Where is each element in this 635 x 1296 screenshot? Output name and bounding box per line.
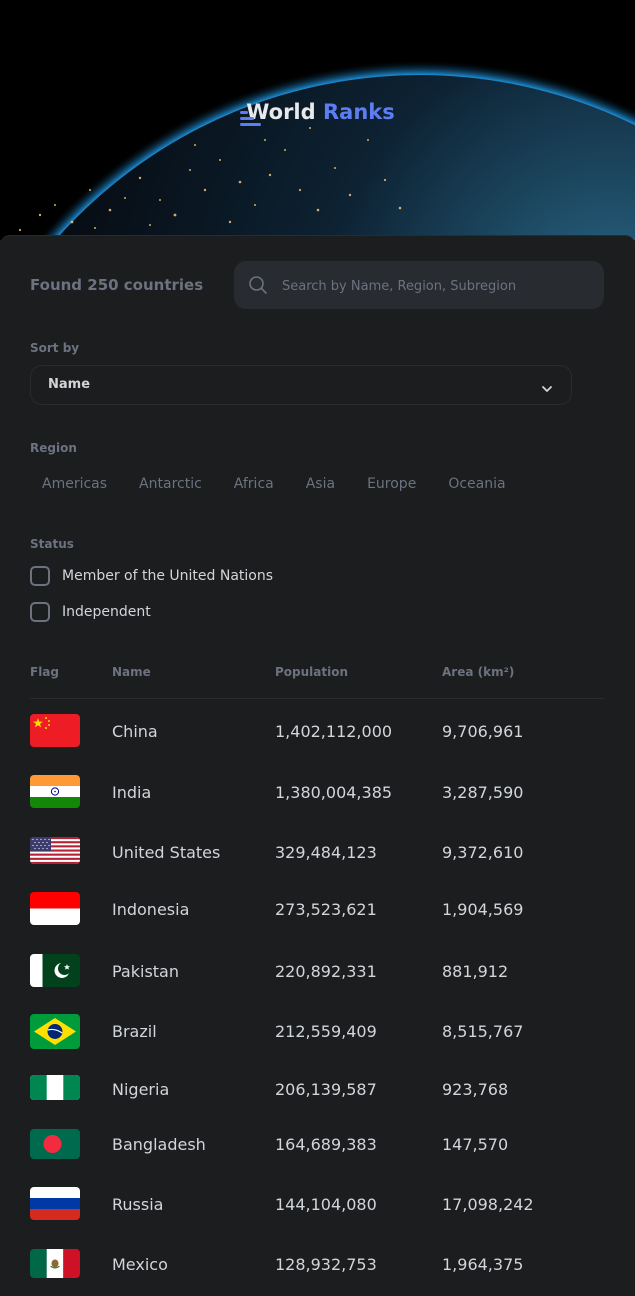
table-row[interactable]: Bangladesh 164,689,383 147,570 <box>30 1126 604 1166</box>
search-input[interactable] <box>280 261 594 311</box>
column-header-name[interactable]: Name <box>112 665 151 679</box>
country-area: 17,098,242 <box>442 1195 534 1214</box>
results-count: Found 250 countries <box>30 276 204 294</box>
independent-checkbox[interactable] <box>30 601 50 622</box>
country-area: 3,287,590 <box>442 783 524 802</box>
country-area: 923,768 <box>442 1080 509 1099</box>
chevron-down-icon <box>541 379 553 398</box>
table-row[interactable]: Indonesia 273,523,621 1,904,569 <box>30 891 604 931</box>
country-name: India <box>112 783 152 802</box>
country-name: Pakistan <box>112 962 179 981</box>
country-area: 147,570 <box>442 1135 509 1154</box>
country-area: 1,904,569 <box>442 900 524 919</box>
country-population: 128,932,753 <box>275 1255 377 1274</box>
region-africa[interactable]: Africa <box>222 472 286 496</box>
country-name: United States <box>112 843 221 862</box>
sort-select[interactable]: Name <box>30 365 572 405</box>
table-row[interactable]: China 1,402,112,000 9,706,961 <box>30 713 604 753</box>
table-row[interactable]: Pakistan 220,892,331 881,912 <box>30 953 604 993</box>
country-area: 8,515,767 <box>442 1022 524 1041</box>
logo-text-ranks: Ranks <box>322 100 395 124</box>
country-name: Bangladesh <box>112 1135 206 1154</box>
un-member-checkbox[interactable] <box>30 565 50 586</box>
table-header: Flag Name Population Area (km²) <box>30 663 604 699</box>
russia-flag-icon <box>30 1187 80 1220</box>
search-icon <box>248 275 268 299</box>
pakistan-flag-icon <box>30 954 80 987</box>
country-population: 212,559,409 <box>275 1022 377 1041</box>
un-member-label: Member of the United Nations <box>62 567 274 584</box>
mexico-flag-icon <box>30 1249 80 1278</box>
region-americas[interactable]: Americas <box>30 472 119 496</box>
country-name: Russia <box>112 1195 164 1214</box>
china-flag-icon <box>30 714 80 747</box>
brazil-flag-icon <box>30 1014 80 1049</box>
region-oceania[interactable]: Oceania <box>436 472 517 496</box>
hero-banner: World Ranks <box>0 0 635 240</box>
status-option-independent[interactable]: Independent <box>30 601 151 622</box>
status-label: Status <box>30 537 74 551</box>
column-header-flag: Flag <box>30 665 59 679</box>
table-row[interactable]: United States 329,484,123 9,372,610 <box>30 834 604 874</box>
country-name: Indonesia <box>112 900 190 919</box>
region-europe[interactable]: Europe <box>355 472 428 496</box>
search-box[interactable] <box>234 261 604 311</box>
status-option-un-member[interactable]: Member of the United Nations <box>30 565 273 586</box>
sort-label: Sort by <box>30 341 80 355</box>
country-area: 1,964,375 <box>442 1255 524 1274</box>
region-antarctic[interactable]: Antarctic <box>127 472 214 496</box>
table-row[interactable]: Brazil 212,559,409 8,515,767 <box>30 1013 604 1053</box>
region-asia[interactable]: Asia <box>294 472 347 496</box>
india-flag-icon <box>30 775 80 808</box>
country-population: 206,139,587 <box>275 1080 377 1099</box>
country-population: 144,104,080 <box>275 1195 377 1214</box>
column-header-area[interactable]: Area (km²) <box>442 665 514 679</box>
country-area: 9,706,961 <box>442 722 524 741</box>
independent-label: Independent <box>62 603 151 620</box>
indonesia-flag-icon <box>30 892 80 925</box>
column-header-population[interactable]: Population <box>275 665 348 679</box>
country-population: 164,689,383 <box>275 1135 377 1154</box>
main-panel: Found 250 countries Sort by Name Region … <box>0 235 635 1296</box>
logo: World Ranks <box>0 100 635 126</box>
united-states-flag-icon <box>30 837 80 864</box>
country-name: Brazil <box>112 1022 157 1041</box>
nigeria-flag-icon <box>30 1075 80 1100</box>
country-population: 1,402,112,000 <box>275 722 393 741</box>
table-row[interactable]: Russia 144,104,080 17,098,242 <box>30 1186 604 1226</box>
country-name: Mexico <box>112 1255 168 1274</box>
country-population: 273,523,621 <box>275 900 377 919</box>
region-filter: Americas Antarctic Africa Asia Europe Oceania <box>30 472 526 496</box>
country-population: 329,484,123 <box>275 843 377 862</box>
table-row[interactable]: Mexico 128,932,753 1,964,375 <box>30 1246 604 1286</box>
country-area: 881,912 <box>442 962 509 981</box>
table-row[interactable]: India 1,380,004,385 3,287,590 <box>30 774 604 814</box>
bangladesh-flag-icon <box>30 1129 80 1159</box>
table-row[interactable]: Nigeria 206,139,587 923,768 <box>30 1071 604 1111</box>
country-population: 1,380,004,385 <box>275 783 393 802</box>
sort-selected-value: Name <box>48 377 91 392</box>
country-area: 9,372,610 <box>442 843 524 862</box>
country-name: Nigeria <box>112 1080 170 1099</box>
country-name: China <box>112 722 158 741</box>
region-label: Region <box>30 441 77 455</box>
country-population: 220,892,331 <box>275 962 377 981</box>
